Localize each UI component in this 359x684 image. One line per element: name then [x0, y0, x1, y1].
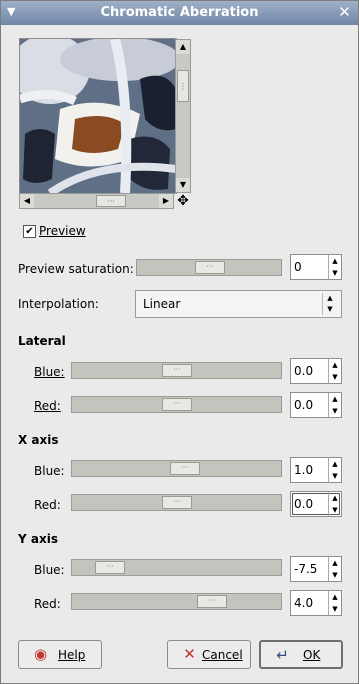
- title-bar[interactable]: ▼ Chromatic Aberration ✕: [1, 1, 358, 25]
- dialog-window: ▼ Chromatic Aberration ✕ ▲ ⋮ ▼ ◀ ··· ▶ ✥…: [0, 0, 359, 684]
- spin-up-icon[interactable]: ▲: [329, 255, 341, 267]
- scroll-up-icon[interactable]: ▲: [176, 40, 190, 54]
- ok-icon: ↵: [276, 646, 289, 664]
- y-axis-red-value[interactable]: 4.0: [294, 596, 313, 610]
- preview-horizontal-scrollbar[interactable]: ◀ ··· ▶: [19, 193, 174, 209]
- x-axis-red-spin-arrows[interactable]: ▲ ▼: [328, 492, 341, 516]
- lateral-red-value[interactable]: 0.0: [294, 398, 313, 412]
- scroll-right-icon[interactable]: ▶: [159, 194, 173, 208]
- preview-saturation-value[interactable]: 0: [294, 260, 302, 274]
- lateral-blue-spin-arrows[interactable]: ▲ ▼: [328, 359, 341, 383]
- lateral-blue-value[interactable]: 0.0: [294, 364, 313, 378]
- lateral-blue-slider-knob[interactable]: ···: [162, 364, 192, 377]
- y-axis-red-slider[interactable]: ···: [71, 593, 282, 610]
- lateral-blue-spinbutton[interactable]: 0.0 ▲ ▼: [290, 358, 342, 384]
- y-axis-red-spin-arrows[interactable]: ▲ ▼: [328, 591, 341, 615]
- lateral-red-label: Red:: [34, 399, 61, 413]
- cancel-button-label: Cancel: [202, 648, 243, 662]
- spin-down-icon[interactable]: ▼: [329, 405, 341, 417]
- preview-saturation-spin-arrows[interactable]: ▲ ▼: [328, 255, 341, 279]
- help-button-label: Help: [58, 648, 86, 662]
- y-axis-blue-value[interactable]: -7.5: [294, 562, 317, 576]
- ok-button[interactable]: ↵ OK: [259, 640, 343, 669]
- lateral-red-slider[interactable]: ···: [71, 396, 282, 413]
- lateral-red-spinbutton[interactable]: 0.0 ▲ ▼: [290, 392, 342, 418]
- x-axis-red-label: Red:: [34, 498, 61, 512]
- spin-down-icon[interactable]: ▼: [329, 504, 341, 516]
- preview-saturation-slider[interactable]: ···: [136, 259, 282, 276]
- x-axis-blue-label: Blue:: [34, 464, 65, 478]
- close-icon[interactable]: ✕: [336, 4, 353, 21]
- move-icon[interactable]: ✥: [176, 194, 190, 208]
- spin-up-icon[interactable]: ▲: [329, 458, 341, 470]
- spin-up-icon[interactable]: ▲: [329, 393, 341, 405]
- interpolation-combobox[interactable]: Linear ▲ ▼: [135, 290, 342, 318]
- interpolation-value: Linear: [143, 297, 181, 311]
- x-axis-blue-value[interactable]: 1.0: [294, 463, 313, 477]
- y-axis-red-slider-knob[interactable]: ···: [197, 595, 227, 608]
- preview-vertical-scrollbar[interactable]: ▲ ⋮ ▼: [175, 39, 191, 193]
- spin-down-icon[interactable]: ▼: [329, 569, 341, 581]
- y-axis-heading: Y axis: [18, 532, 58, 546]
- x-axis-heading: X axis: [18, 433, 59, 447]
- help-icon: ◉: [33, 645, 48, 663]
- x-axis-red-slider-knob[interactable]: ···: [162, 496, 192, 509]
- preview-saturation-spinbutton[interactable]: 0 ▲ ▼: [290, 254, 342, 280]
- x-axis-red-value[interactable]: 0.0: [294, 497, 313, 511]
- y-axis-red-spinbutton[interactable]: 4.0 ▲ ▼: [290, 590, 342, 616]
- y-axis-red-label: Red:: [34, 597, 61, 611]
- vertical-scroll-thumb[interactable]: ⋮: [177, 70, 189, 102]
- lateral-blue-slider[interactable]: ···: [71, 362, 282, 379]
- x-axis-red-slider[interactable]: ···: [71, 494, 282, 511]
- lateral-heading: Lateral: [18, 334, 66, 348]
- spin-up-icon[interactable]: ▲: [329, 591, 341, 603]
- x-axis-blue-spinbutton[interactable]: 1.0 ▲ ▼: [290, 457, 342, 483]
- ok-button-label: OK: [303, 648, 321, 662]
- spin-down-icon[interactable]: ▼: [329, 267, 341, 279]
- spin-down-icon[interactable]: ▼: [329, 371, 341, 383]
- cancel-icon: ✕: [183, 645, 196, 663]
- help-button[interactable]: ◉ Help: [18, 640, 102, 669]
- spin-up-icon[interactable]: ▲: [329, 359, 341, 371]
- horizontal-scroll-thumb[interactable]: ···: [96, 195, 126, 207]
- preview-saturation-slider-knob[interactable]: ···: [195, 261, 225, 274]
- combo-arrow-icon[interactable]: ▲ ▼: [322, 293, 337, 315]
- preview-image-content: [20, 39, 176, 193]
- scroll-down-icon[interactable]: ▼: [176, 178, 190, 192]
- spin-up-icon[interactable]: ▲: [329, 492, 341, 504]
- cancel-button[interactable]: ✕ Cancel: [167, 640, 251, 669]
- preview-checkbox[interactable]: ✔: [23, 225, 36, 238]
- spin-up-icon[interactable]: ▲: [329, 557, 341, 569]
- x-axis-blue-spin-arrows[interactable]: ▲ ▼: [328, 458, 341, 482]
- y-axis-blue-slider-knob[interactable]: ···: [95, 561, 125, 574]
- y-axis-blue-label: Blue:: [34, 563, 65, 577]
- y-axis-blue-spinbutton[interactable]: -7.5 ▲ ▼: [290, 556, 342, 582]
- interpolation-label: Interpolation:: [18, 297, 99, 311]
- window-title: Chromatic Aberration: [100, 5, 259, 20]
- spin-down-icon[interactable]: ▼: [329, 470, 341, 482]
- spin-down-icon[interactable]: ▼: [329, 603, 341, 615]
- y-axis-blue-spin-arrows[interactable]: ▲ ▼: [328, 557, 341, 581]
- y-axis-blue-slider[interactable]: ···: [71, 559, 282, 576]
- x-axis-blue-slider-knob[interactable]: ···: [170, 462, 200, 475]
- x-axis-red-spinbutton[interactable]: 0.0 ▲ ▼: [290, 491, 342, 517]
- lateral-red-slider-knob[interactable]: ···: [162, 398, 192, 411]
- lateral-blue-label: Blue:: [34, 365, 65, 379]
- x-axis-blue-slider[interactable]: ···: [71, 460, 282, 477]
- lateral-red-spin-arrows[interactable]: ▲ ▼: [328, 393, 341, 417]
- scroll-left-icon[interactable]: ◀: [20, 194, 34, 208]
- preview-saturation-label: Preview saturation:: [18, 262, 134, 276]
- preview-image[interactable]: [19, 38, 177, 194]
- preview-label[interactable]: Preview: [39, 224, 86, 238]
